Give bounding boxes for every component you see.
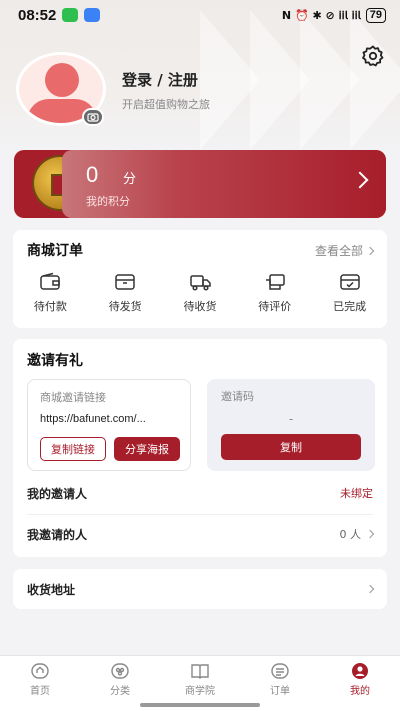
order-pending-review[interactable]: 待评价 — [245, 272, 305, 314]
order-status-row: 待付款 待发货 待收货 待评价 已完成 — [13, 272, 387, 314]
tab-label: 商学院 — [185, 686, 215, 697]
status-bar: 08:52 N ⏰ ✱ ⊘ 𝗂𝗂𝗅 𝗂𝗂𝗅 79 — [0, 0, 400, 30]
settings-button[interactable] — [360, 43, 386, 69]
chevron-right-icon — [365, 529, 375, 539]
battery-icon: 79 — [365, 7, 386, 23]
my-inviter-row[interactable]: 我的邀请人 未绑定 — [27, 473, 373, 513]
orders-card: 商城订单 查看全部 待付款 待发货 待收货 待评价 已完成 — [13, 230, 387, 328]
invite-link-title: 商城邀请链接 — [40, 391, 106, 404]
points-value: 0 — [86, 162, 99, 187]
invite-code-box: 邀请码 - 复制 — [207, 379, 375, 471]
invited-people-count: 0 人 — [339, 528, 362, 541]
points-label: 我的积分 — [86, 195, 130, 208]
order-pending-payment[interactable]: 待付款 — [20, 272, 80, 314]
shipping-address-row[interactable]: 收货地址 — [27, 569, 375, 609]
gear-icon — [362, 45, 384, 67]
tab-label: 订单 — [270, 686, 290, 697]
package-icon — [115, 274, 135, 290]
wechat-icon — [62, 8, 79, 22]
invite-code-value: - — [288, 412, 294, 426]
login-register-link[interactable]: 登录 / 注册 — [122, 69, 198, 90]
copy-code-button[interactable]: 复制 — [221, 434, 361, 460]
invite-code-title: 邀请码 — [221, 390, 254, 403]
invite-title: 邀请有礼 — [27, 353, 83, 369]
decorative-chevron — [350, 10, 400, 150]
category-icon — [111, 663, 129, 679]
chevron-right-icon — [365, 246, 375, 255]
order-completed[interactable]: 已完成 — [320, 272, 380, 314]
order-pending-receipt[interactable]: 待收货 — [170, 272, 230, 314]
message-icon — [84, 8, 101, 22]
order-item-label: 已完成 — [333, 300, 367, 313]
login-subtitle: 开启超值购物之旅 — [122, 98, 210, 111]
points-card[interactable]: 0 分 我的积分 — [14, 150, 386, 218]
status-time: 08:52 — [18, 6, 57, 24]
tab-label: 分类 — [110, 686, 130, 697]
completed-box-icon — [339, 274, 360, 290]
wallet-icon — [40, 272, 61, 290]
order-pending-shipment[interactable]: 待发货 — [95, 272, 155, 314]
points-unit: 分 — [123, 172, 137, 187]
invite-link-url: https://bafunet.com/... — [40, 413, 146, 425]
status-indicators: N ⏰ ✱ ⊘ 𝗂𝗂𝗅 𝗂𝗂𝗅 79 — [281, 7, 386, 23]
book-icon — [191, 664, 209, 679]
truck-icon — [190, 275, 211, 291]
order-list-icon — [271, 663, 289, 679]
my-inviter-label: 我的邀请人 — [27, 486, 88, 501]
invite-link-box: 商城邀请链接 https://bafunet.com/... 复制链接 分享海报 — [27, 379, 191, 471]
chevron-right-icon — [365, 584, 375, 594]
copy-link-button[interactable]: 复制链接 — [40, 437, 106, 461]
review-icon — [265, 274, 285, 290]
tab-label: 我的 — [350, 686, 370, 697]
home-indicator — [140, 703, 260, 707]
status-indicator-icons: N ⏰ ✱ ⊘ 𝗂𝗂𝗅 𝗂𝗂𝗅 — [281, 8, 361, 22]
shipping-address-label: 收货地址 — [27, 582, 76, 597]
order-item-label: 待发货 — [108, 300, 142, 313]
invited-people-value-wrap: 0 人 — [339, 526, 375, 542]
order-item-label: 待评价 — [258, 300, 292, 313]
tab-label: 首页 — [30, 686, 50, 697]
invited-people-row[interactable]: 我邀请的人 0 人 — [27, 514, 375, 554]
share-poster-button[interactable]: 分享海报 — [114, 437, 180, 461]
home-icon — [31, 663, 49, 679]
my-inviter-status: 未绑定 — [340, 487, 373, 500]
avatar-edit-badge[interactable] — [82, 108, 104, 126]
order-item-label: 待收货 — [183, 300, 217, 313]
invite-card: 邀请有礼 商城邀请链接 https://bafunet.com/... 复制链接… — [13, 339, 387, 557]
profile-icon — [352, 663, 368, 679]
tab-home[interactable]: 首页 — [0, 656, 80, 711]
view-all-orders-link[interactable]: 查看全部 — [314, 242, 375, 259]
order-item-label: 待付款 — [33, 300, 67, 313]
view-all-label: 查看全部 — [314, 244, 363, 258]
camera-icon — [87, 113, 99, 122]
orders-title: 商城订单 — [27, 243, 83, 259]
invited-people-label: 我邀请的人 — [27, 527, 88, 542]
tab-profile[interactable]: 我的 — [320, 656, 400, 711]
address-card[interactable]: 收货地址 — [13, 569, 387, 609]
